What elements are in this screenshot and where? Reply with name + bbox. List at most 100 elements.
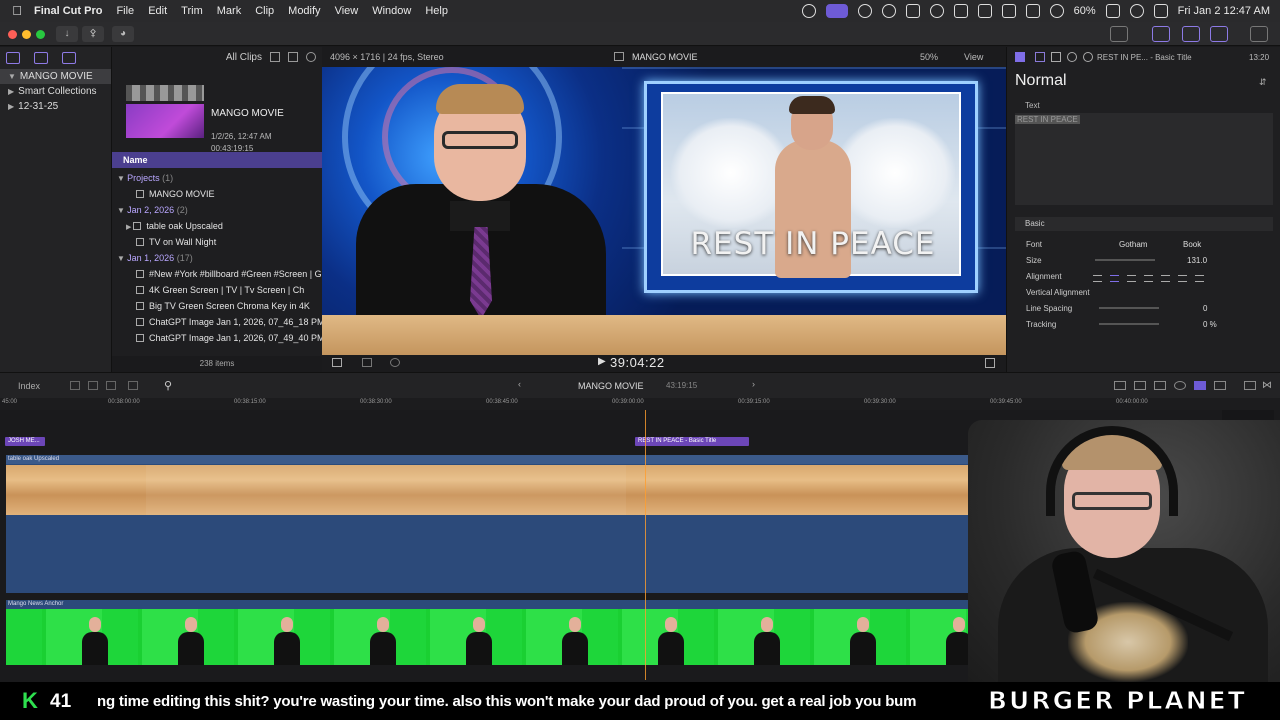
menu-modify[interactable]: Modify xyxy=(288,5,320,17)
photos-audio-tab-icon[interactable] xyxy=(34,52,48,64)
font-weight-dropdown[interactable]: Book xyxy=(1183,240,1201,249)
size-value[interactable]: 131.0 xyxy=(1187,256,1207,265)
zoom-dropdown[interactable]: 50% xyxy=(920,52,938,62)
list-group-projects[interactable]: ▼ Projects (1) xyxy=(112,170,322,186)
playhead[interactable] xyxy=(645,410,646,680)
rest-in-peace-title-clip[interactable]: REST IN PEACE - Basic Title xyxy=(635,437,749,446)
list-item[interactable]: ▶ table oak Upscaled xyxy=(112,218,322,234)
skimming-icon[interactable] xyxy=(1114,381,1126,390)
list-group-date[interactable]: ▼ Jan 1, 2026 (17) xyxy=(112,250,322,266)
keyboard-icon[interactable] xyxy=(977,4,992,18)
size-slider[interactable] xyxy=(1095,259,1155,261)
list-item[interactable]: #New #York #billboard #Green #Screen | G xyxy=(112,266,322,282)
list-item[interactable]: 4K Green Screen | TV | Tv Screen | Ch xyxy=(112,282,322,298)
status-icon[interactable] xyxy=(801,4,816,18)
index-button[interactable]: Index xyxy=(18,381,40,391)
share-options-icon[interactable] xyxy=(1110,26,1128,42)
back-arrow-icon[interactable]: ‹ xyxy=(518,379,521,389)
forward-arrow-icon[interactable]: › xyxy=(752,379,755,389)
screen-record-icon[interactable] xyxy=(825,4,848,18)
enhance-icon[interactable] xyxy=(362,358,372,367)
filmstrip-view-icon[interactable] xyxy=(288,52,298,62)
menu-view[interactable]: View xyxy=(335,5,359,17)
timecode-display[interactable]: 39:04:22 xyxy=(610,355,665,370)
connect-icon[interactable] xyxy=(70,381,80,390)
align-left-icon[interactable] xyxy=(1093,275,1102,282)
align-right-icon[interactable] xyxy=(1127,275,1136,282)
video-inspector-tab-icon[interactable] xyxy=(1051,52,1061,62)
record-icon[interactable] xyxy=(857,4,872,18)
menu-help[interactable]: Help xyxy=(425,5,448,17)
effects-browser-icon[interactable] xyxy=(1244,381,1256,390)
list-item[interactable]: ChatGPT Image Jan 1, 2026, 07_49_40 PM xyxy=(112,330,322,346)
browser-toggle-icon[interactable] xyxy=(1152,26,1170,42)
menu-window[interactable]: Window xyxy=(372,5,411,17)
library-item-smart-collections[interactable]: ▶ Smart Collections xyxy=(0,84,111,99)
fullscreen-icon[interactable] xyxy=(985,358,995,368)
app-menu[interactable]: Final Cut Pro xyxy=(34,5,102,17)
clip-appearance-icon[interactable] xyxy=(1214,381,1226,390)
search-icon[interactable] xyxy=(1129,4,1144,18)
background-tasks-icon[interactable]: ◕ xyxy=(112,26,134,42)
line-spacing-value[interactable]: 0 xyxy=(1203,304,1207,313)
minimize-window-button[interactable] xyxy=(22,30,31,39)
list-item[interactable]: MANGO MOVIE xyxy=(112,186,322,202)
search-icon[interactable] xyxy=(306,52,316,62)
headphones-icon[interactable] xyxy=(1174,381,1186,390)
insert-icon[interactable] xyxy=(88,381,98,390)
chevron-updown-icon[interactable]: ⇵ xyxy=(1259,77,1267,88)
globe-icon[interactable] xyxy=(881,4,896,18)
display-icon[interactable] xyxy=(905,4,920,18)
audio-skimming-icon[interactable] xyxy=(1134,381,1146,390)
list-item[interactable]: ChatGPT Image Jan 1, 2026, 07_46_18 PM xyxy=(112,314,322,330)
justify-full-icon[interactable] xyxy=(1195,275,1204,282)
list-view-icon[interactable] xyxy=(270,52,280,62)
library-item-mango-movie[interactable]: ▼ MANGO MOVIE xyxy=(0,69,111,84)
solo-icon[interactable] xyxy=(1154,381,1166,390)
title-inspector-tab-icon[interactable] xyxy=(1035,52,1045,62)
menu-file[interactable]: File xyxy=(116,5,134,17)
clock[interactable]: Fri Jan 2 12:47 AM xyxy=(1178,5,1270,17)
list-group-date[interactable]: ▼ Jan 2, 2026 (2) xyxy=(112,202,322,218)
collapse-icon[interactable]: ⋈ xyxy=(1262,380,1272,391)
overwrite-icon[interactable] xyxy=(128,381,138,390)
text-editor[interactable] xyxy=(1015,113,1273,205)
zoom-window-button[interactable] xyxy=(36,30,45,39)
snapping-icon[interactable] xyxy=(1194,381,1206,390)
list-item[interactable]: Big TV Green Screen Chroma Key in 4K xyxy=(112,298,322,314)
menu-trim[interactable]: Trim xyxy=(181,5,203,17)
timeline-ruler[interactable]: 45:00 00:38:00:00 00:38:15:00 00:38:30:0… xyxy=(0,398,1280,410)
video-frame[interactable]: REST IN PEACE xyxy=(322,67,1006,355)
speed-icon[interactable] xyxy=(390,358,400,367)
library-item-event[interactable]: ▶ 12-31-25 xyxy=(0,99,111,114)
menu-clip[interactable]: Clip xyxy=(255,5,274,17)
tracking-slider[interactable] xyxy=(1099,323,1159,325)
close-window-button[interactable] xyxy=(8,30,17,39)
play-icon[interactable] xyxy=(929,4,944,18)
titles-generators-tab-icon[interactable] xyxy=(62,52,76,64)
inspector-toggle-icon[interactable] xyxy=(1210,26,1228,42)
green-screen-clip[interactable] xyxy=(6,609,998,665)
text-style-dropdown[interactable]: Normal xyxy=(1015,72,1067,90)
info-inspector-tab-icon[interactable] xyxy=(1083,52,1093,62)
view-dropdown[interactable]: View xyxy=(964,52,983,62)
text-editor-value[interactable]: REST IN PEACE xyxy=(1015,115,1080,124)
font-family-dropdown[interactable]: Gotham xyxy=(1119,240,1147,249)
select-tool-icon[interactable]: ⚲ xyxy=(164,379,172,392)
color-inspector-tab-icon[interactable] xyxy=(1067,52,1077,62)
project-card[interactable]: MANGO MOVIE 1/2/26, 12:47 AM 00:43:19:15 xyxy=(112,67,322,153)
timeline-toggle-icon[interactable] xyxy=(1182,26,1200,42)
basic-section-header[interactable]: Basic xyxy=(1015,217,1273,231)
text-inspector-tab-icon[interactable] xyxy=(1015,52,1025,62)
keywords-icon[interactable]: ⚴ xyxy=(82,26,104,42)
align-center-icon[interactable] xyxy=(1110,275,1119,282)
airplay-icon[interactable] xyxy=(1001,4,1016,18)
justify-center-icon[interactable] xyxy=(1161,275,1170,282)
battery-icon[interactable] xyxy=(1105,4,1120,18)
menu-edit[interactable]: Edit xyxy=(148,5,167,17)
menu-mark[interactable]: Mark xyxy=(217,5,241,17)
list-item[interactable]: TV on Wall Night xyxy=(112,234,322,250)
control-center-icon[interactable] xyxy=(1153,4,1168,18)
justify-left-icon[interactable] xyxy=(1144,275,1153,282)
share-icon[interactable] xyxy=(1250,26,1268,42)
